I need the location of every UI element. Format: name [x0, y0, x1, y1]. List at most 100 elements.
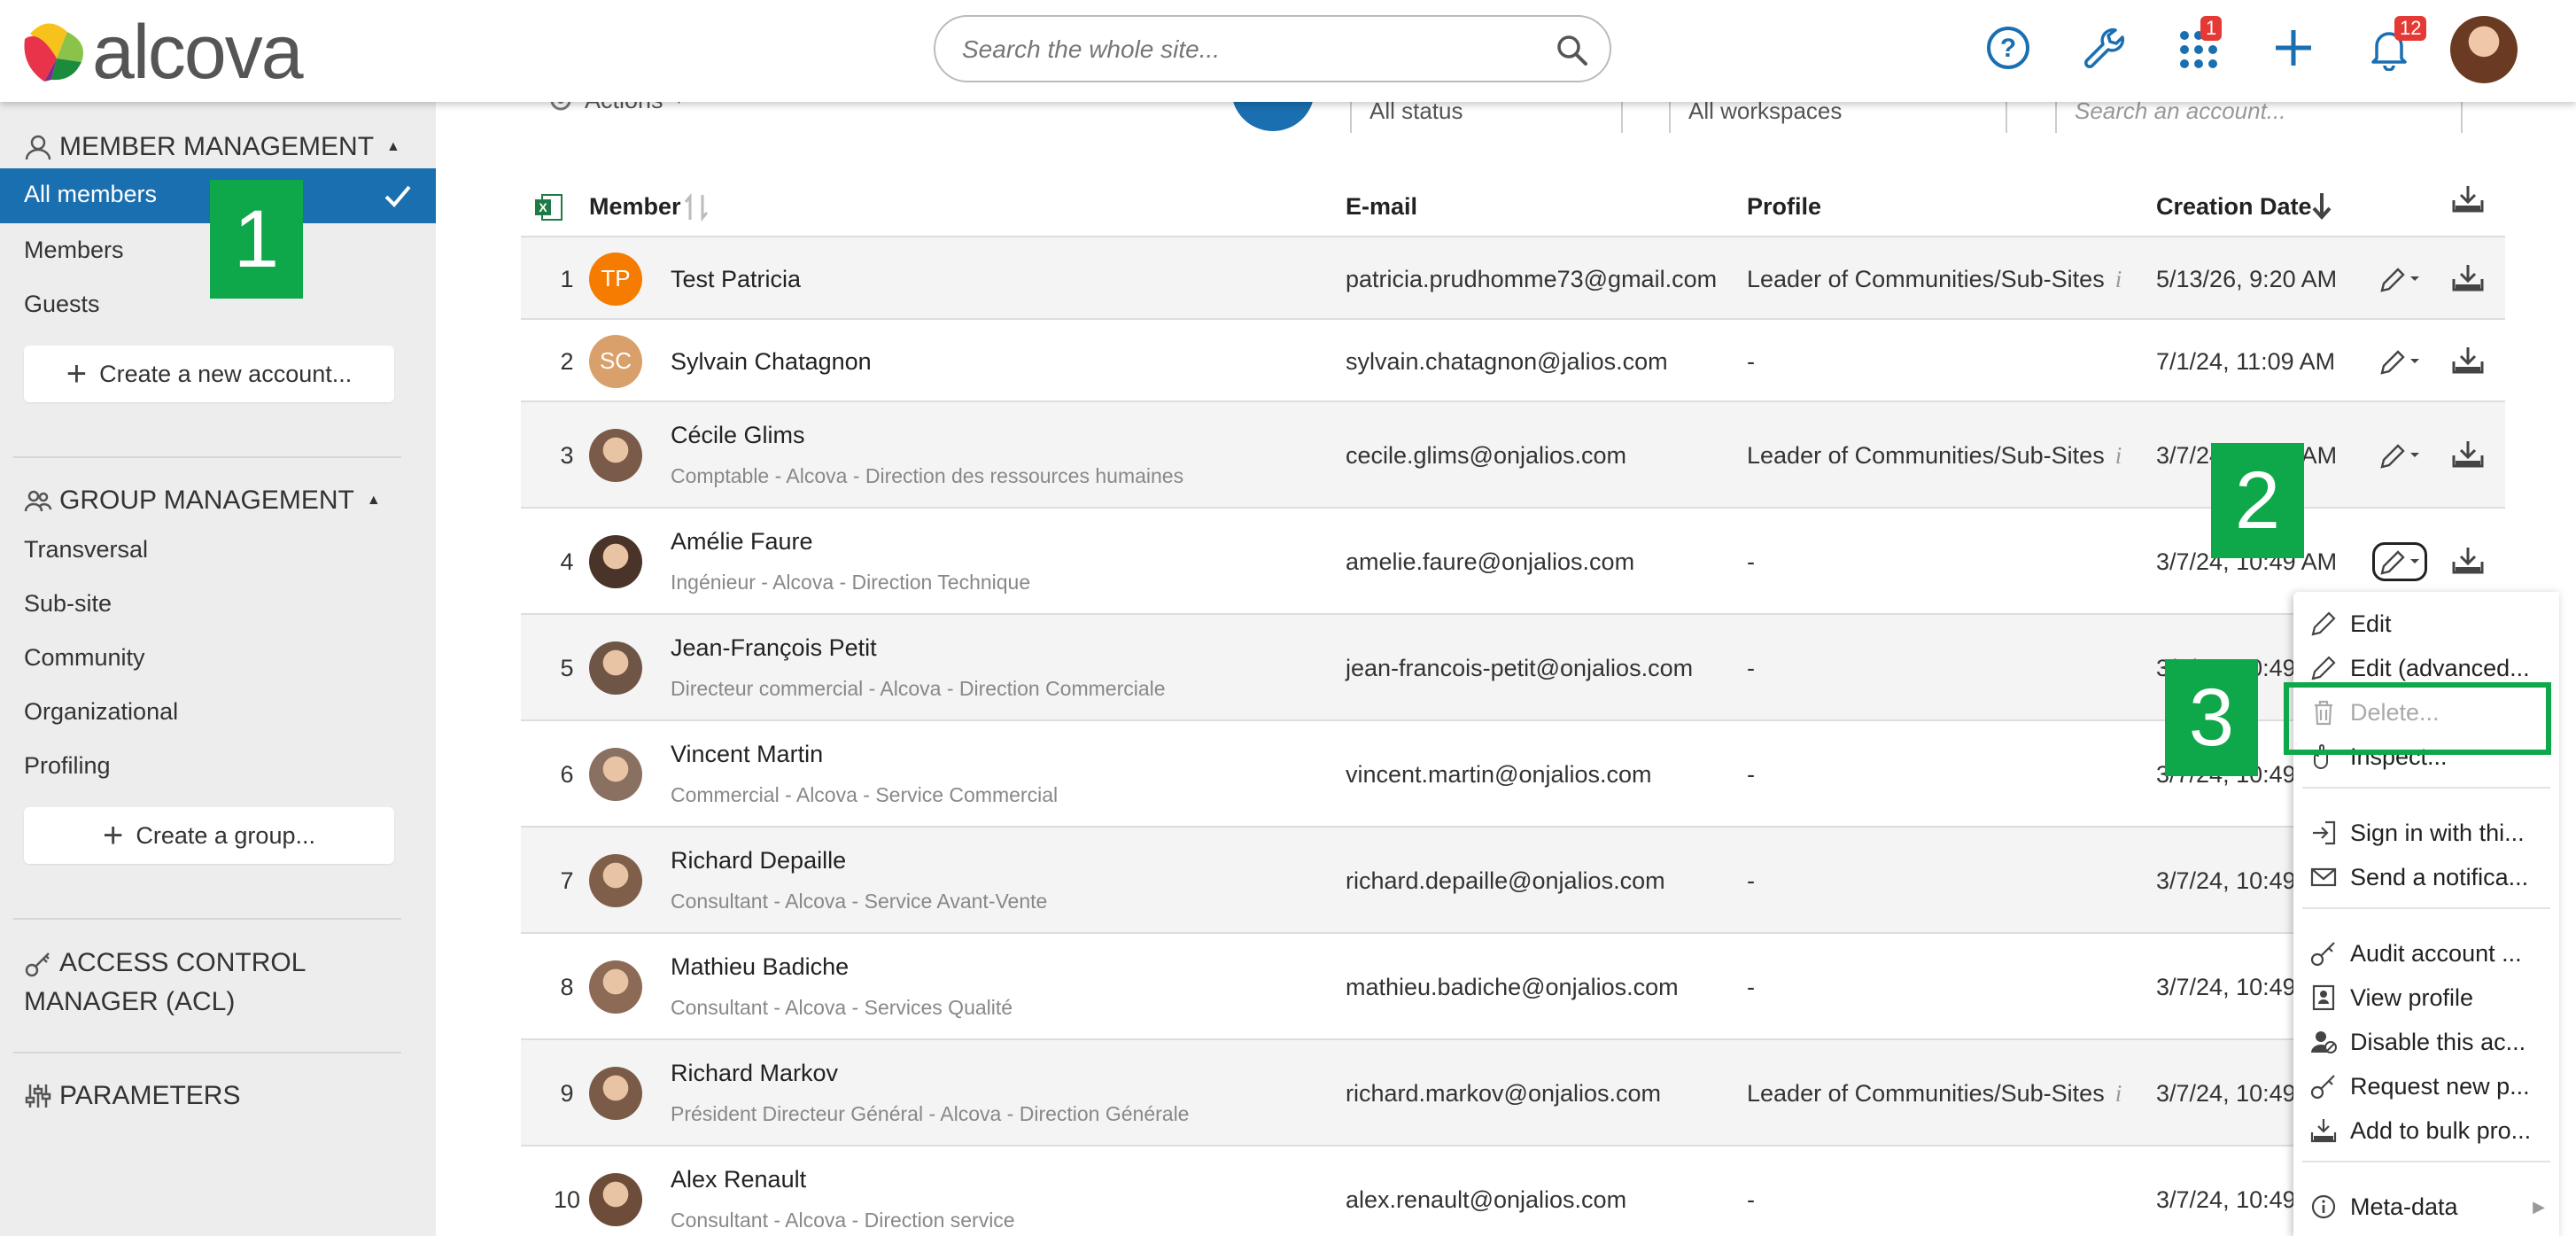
- table-row[interactable]: 7 Richard Depaille Consultant - Alcova - S…: [521, 826, 2505, 932]
- member-name[interactable]: Mathieu Badiche: [671, 953, 849, 981]
- member-avatar[interactable]: [589, 1067, 642, 1120]
- add-icon[interactable]: [2265, 19, 2322, 76]
- row-download-icon[interactable]: [2450, 544, 2486, 579]
- member-description: Commercial - Alcova - Service Commercial: [671, 783, 1059, 806]
- group-management-title: GROUP MANAGEMENT: [59, 486, 354, 515]
- row-edit-dropdown[interactable]: [2372, 260, 2427, 299]
- pencil-icon: [2311, 656, 2336, 680]
- member-description: Consultant - Alcova - Service Avant-Vent…: [671, 890, 1048, 913]
- menu-item-audit[interactable]: Audit account ...: [2293, 932, 2559, 975]
- member-description: Consultant - Alcova - Services Qualité: [671, 996, 1013, 1019]
- create-group-button[interactable]: + Create a group...: [24, 807, 394, 864]
- profile-text: -: [1747, 548, 1755, 575]
- sidebar-item-community[interactable]: Community: [24, 644, 145, 672]
- sidebar-item-profiling[interactable]: Profiling: [24, 752, 111, 780]
- member-avatar[interactable]: TP: [589, 252, 642, 306]
- info-icon[interactable]: i: [2115, 266, 2122, 292]
- member-avatar[interactable]: [589, 535, 642, 588]
- key-icon: [2310, 1075, 2335, 1100]
- row-download-icon[interactable]: [2450, 344, 2486, 379]
- profile-text: -: [1747, 867, 1755, 894]
- menu-item-bulk[interactable]: Add to bulk pro...: [2293, 1109, 2559, 1152]
- menu-item-view-profile[interactable]: View profile: [2293, 976, 2559, 1019]
- header-member[interactable]: Member: [589, 193, 681, 221]
- member-name[interactable]: Test Patricia: [671, 266, 801, 293]
- member-avatar[interactable]: [589, 1173, 642, 1226]
- table-row[interactable]: 3 Cécile Glims Comptable - Alcova - Direct…: [521, 400, 2505, 507]
- row-edit-dropdown[interactable]: [2372, 542, 2427, 581]
- site-search-input[interactable]: [962, 29, 1529, 70]
- download-all-icon[interactable]: [2450, 183, 2486, 218]
- parameters-header[interactable]: PARAMETERS: [24, 1081, 240, 1111]
- apps-grid-icon[interactable]: 1: [2170, 16, 2227, 76]
- sort-desc-icon[interactable]: [2310, 191, 2333, 222]
- sidebar-item-guests[interactable]: Guests: [24, 291, 100, 318]
- sidebar-item-sub-site[interactable]: Sub-site: [24, 590, 112, 618]
- member-name[interactable]: Jean-François Petit: [671, 634, 877, 662]
- member-avatar[interactable]: [589, 748, 642, 801]
- member-avatar[interactable]: [589, 960, 642, 1014]
- header-email[interactable]: E-mail: [1346, 193, 1417, 221]
- row-download-icon[interactable]: [2450, 438, 2486, 473]
- group-management-header[interactable]: GROUP MANAGEMENT ▲: [24, 486, 381, 516]
- member-name[interactable]: Vincent Martin: [671, 741, 823, 768]
- info-icon[interactable]: i: [2115, 442, 2122, 469]
- table-row[interactable]: 4 Amélie Faure Ingénieur - Alcova - Direct…: [521, 507, 2505, 613]
- search-icon[interactable]: [1555, 33, 1590, 68]
- excel-export-icon[interactable]: X: [533, 191, 565, 223]
- member-avatar[interactable]: [589, 641, 642, 695]
- table-row[interactable]: 1 TP Test Patricia patricia.prudhomme73@gma…: [521, 236, 2505, 318]
- table-row[interactable]: 2 SC Sylvain Chatagnon sylvain.chatagnon@ja…: [521, 318, 2505, 400]
- sidebar-item-organizational[interactable]: Organizational: [24, 698, 178, 726]
- member-name[interactable]: Sylvain Chatagnon: [671, 348, 872, 376]
- member-description: Ingénieur - Alcova - Direction Technique: [671, 571, 1031, 594]
- sidebar-item-transversal[interactable]: Transversal: [24, 536, 148, 564]
- acl-header[interactable]: ACCESS CONTROL: [24, 948, 306, 978]
- member-name[interactable]: Cécile Glims: [671, 422, 805, 449]
- member-avatar[interactable]: SC: [589, 334, 642, 388]
- notifications-badge: 12: [2394, 16, 2427, 41]
- member-name[interactable]: Richard Markov: [671, 1060, 838, 1087]
- member-avatar[interactable]: [589, 429, 642, 482]
- profile-text: -: [1747, 974, 1755, 1000]
- menu-item-send-notification[interactable]: Send a notifica...: [2293, 856, 2559, 898]
- row-edit-dropdown[interactable]: [2372, 342, 2427, 381]
- menu-item-sign-in[interactable]: Sign in with thi...: [2293, 812, 2559, 854]
- member-avatar[interactable]: [589, 854, 642, 907]
- member-email: sylvain.chatagnon@jalios.com: [1346, 347, 1668, 375]
- profile-text: -: [1747, 347, 1755, 375]
- alcova-logo[interactable]: alcova: [21, 14, 358, 90]
- header-creation-date[interactable]: Creation Date: [2156, 193, 2312, 221]
- row-edit-dropdown[interactable]: [2372, 436, 2427, 475]
- create-account-label: Create a new account...: [99, 360, 353, 387]
- table-row[interactable]: 8 Mathieu Badiche Consultant - Alcova - Se…: [521, 932, 2505, 1038]
- menu-item-request-password[interactable]: Request new p...: [2293, 1065, 2559, 1108]
- table-row[interactable]: 9 Richard Markov Président Directeur Génér…: [521, 1038, 2505, 1145]
- check-icon: [384, 185, 411, 207]
- wrench-icon[interactable]: [2075, 19, 2131, 76]
- help-icon[interactable]: ?: [1980, 19, 2037, 76]
- member-name[interactable]: Amélie Faure: [671, 528, 813, 556]
- site-search[interactable]: [934, 15, 1611, 82]
- pencil-icon: [2311, 611, 2336, 636]
- menu-item-label: View profile: [2350, 983, 2474, 1011]
- bell-icon[interactable]: 12: [2361, 16, 2427, 76]
- creation-date: 3/7/24, 10:49: [2156, 1080, 2296, 1107]
- header-profile[interactable]: Profile: [1747, 193, 1821, 221]
- table-row[interactable]: 10 Alex Renault Consultant - Alcova - Dire…: [521, 1145, 2505, 1236]
- sort-icon[interactable]: [683, 191, 710, 223]
- member-name[interactable]: Alex Renault: [671, 1166, 806, 1193]
- member-management-header[interactable]: MEMBER MANAGEMENT ▲: [24, 132, 400, 162]
- create-account-button[interactable]: + Create a new account...: [24, 346, 394, 402]
- menu-item-edit[interactable]: Edit: [2293, 602, 2559, 645]
- menu-item-metadata[interactable]: Meta-data ▶: [2293, 1185, 2559, 1228]
- user-avatar[interactable]: [2450, 16, 2518, 83]
- member-name[interactable]: Richard Depaille: [671, 847, 846, 875]
- sidebar-item-members[interactable]: Members: [24, 237, 124, 264]
- chevron-right-icon: ▶: [2533, 1197, 2545, 1216]
- row-number: 6: [560, 761, 574, 788]
- row-download-icon[interactable]: [2450, 261, 2486, 297]
- menu-item-disable[interactable]: Disable this ac...: [2293, 1021, 2559, 1063]
- member-profile: -: [1747, 974, 1755, 1001]
- info-icon[interactable]: i: [2115, 1080, 2122, 1107]
